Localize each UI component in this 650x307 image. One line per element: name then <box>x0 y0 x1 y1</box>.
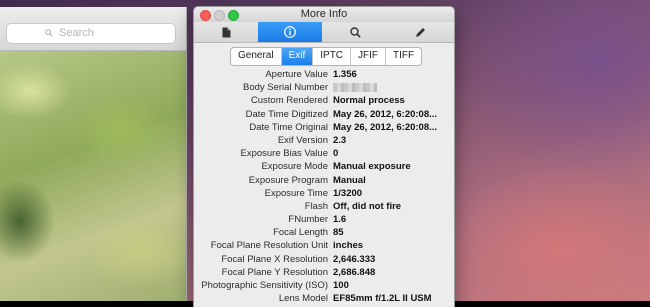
row-value: Off, did not fire <box>333 200 402 212</box>
row-value: 2.3 <box>333 134 347 146</box>
row-value: 100 <box>333 280 349 291</box>
table-row: Custom Rendered Normal process <box>194 95 454 108</box>
row-value: 1.356 <box>333 69 357 80</box>
row-key: Date Time Original <box>249 121 328 133</box>
row-value: Normal process <box>333 95 405 107</box>
table-row: Exposure Program Manual <box>194 175 454 188</box>
row-value: 2,646.333 <box>333 253 376 265</box>
row-value: 0 <box>333 148 339 160</box>
row-key: Date Time Digitized <box>245 108 328 120</box>
search-icon <box>45 29 53 37</box>
table-row: FNumber 1.6 <box>194 214 454 227</box>
table-row: Exposure Time 1/3200 <box>194 188 454 201</box>
table-row: Exif Version 2.3 <box>194 135 454 148</box>
background-window: Search <box>0 7 187 301</box>
table-row: Focal Length 85 <box>194 227 454 240</box>
row-key: Exposure Bias Value <box>240 148 329 160</box>
row-value: Manual exposure <box>333 161 411 173</box>
window-title: More Info <box>300 8 348 20</box>
info-button[interactable] <box>258 22 322 42</box>
row-key: Body Serial Number <box>242 82 328 94</box>
row-key: Focal Length <box>273 227 328 239</box>
magnifier-icon <box>349 26 361 38</box>
table-row: Focal Plane Resolution Unit inches <box>194 240 454 253</box>
document-icon <box>222 27 230 37</box>
row-key: Exposure Time <box>264 187 328 199</box>
table-row: Exposure Bias Value 0 <box>194 148 454 161</box>
row-value: May 26, 2012, 6:20:08... <box>333 108 438 120</box>
more-info-window: More Info General Exif IPTC JFIF TIFF Ap… <box>194 7 454 307</box>
table-row: Aperture Value 1.356 <box>194 69 454 82</box>
row-key: FNumber <box>288 214 328 226</box>
search-placeholder: Search <box>59 27 94 39</box>
table-row: Lens Model EF85mm f/1.2L II USM <box>194 293 454 306</box>
row-value: 1.6 <box>333 214 347 226</box>
tab-exif[interactable]: Exif <box>281 48 314 65</box>
row-key: Focal Plane Y Resolution <box>221 266 328 278</box>
row-value: 85 <box>333 227 344 239</box>
table-row: Body Serial Number <box>194 82 454 95</box>
row-value: inches <box>333 240 364 252</box>
row-key: Lens Model <box>278 293 328 305</box>
annotate-button[interactable] <box>388 22 452 42</box>
row-key: Exposure Program <box>248 174 328 186</box>
tab-general[interactable]: General <box>231 48 282 65</box>
row-key: Photographic Sensitivity (ISO) <box>201 280 328 291</box>
photo-preview <box>0 51 186 301</box>
row-value: EF85mm f/1.2L II USM <box>333 293 432 305</box>
row-key: Focal Plane X Resolution <box>221 253 328 265</box>
tab-iptc[interactable]: IPTC <box>313 48 352 65</box>
magnifier-button[interactable] <box>323 22 387 42</box>
metadata-tabs: General Exif IPTC JFIF TIFF <box>230 47 423 66</box>
table-row: Focal Plane Y Resolution 2,686.848 <box>194 267 454 280</box>
row-key: Aperture Value <box>265 69 328 80</box>
table-row: Exposure Mode Manual exposure <box>194 161 454 174</box>
tab-jfif[interactable]: JFIF <box>351 48 387 65</box>
table-row: Flash Off, did not fire <box>194 201 454 214</box>
row-key: Focal Plane Resolution Unit <box>210 240 328 252</box>
exif-table: Aperture Value 1.356 Body Serial Number C… <box>194 69 454 306</box>
row-value: May 26, 2012, 6:20:08... <box>333 121 438 133</box>
row-key: Exposure Mode <box>261 161 328 173</box>
table-row: Date Time Digitized May 26, 2012, 6:20:08… <box>194 109 454 122</box>
redacted-value <box>333 82 377 95</box>
row-value: Manual <box>333 174 366 186</box>
table-row: Focal Plane X Resolution 2,646.333 <box>194 254 454 267</box>
row-value: 2,686.848 <box>333 266 376 278</box>
search-field[interactable]: Search <box>6 23 176 44</box>
info-icon <box>284 26 296 38</box>
general-info-button[interactable] <box>194 22 258 42</box>
row-value: 1/3200 <box>333 187 363 199</box>
title-bar[interactable]: More Info <box>194 7 454 22</box>
background-toolbar: Search <box>0 7 186 51</box>
pencil-icon <box>415 27 425 37</box>
table-row: Photographic Sensitivity (ISO) 100 <box>194 280 454 293</box>
row-key: Flash <box>304 200 328 212</box>
row-key: Custom Rendered <box>250 95 328 107</box>
tab-tiff[interactable]: TIFF <box>386 48 421 65</box>
table-row: Date Time Original May 26, 2012, 6:20:08.… <box>194 122 454 135</box>
row-key: Exif Version <box>277 134 328 146</box>
inspector-toolbar <box>194 22 454 43</box>
